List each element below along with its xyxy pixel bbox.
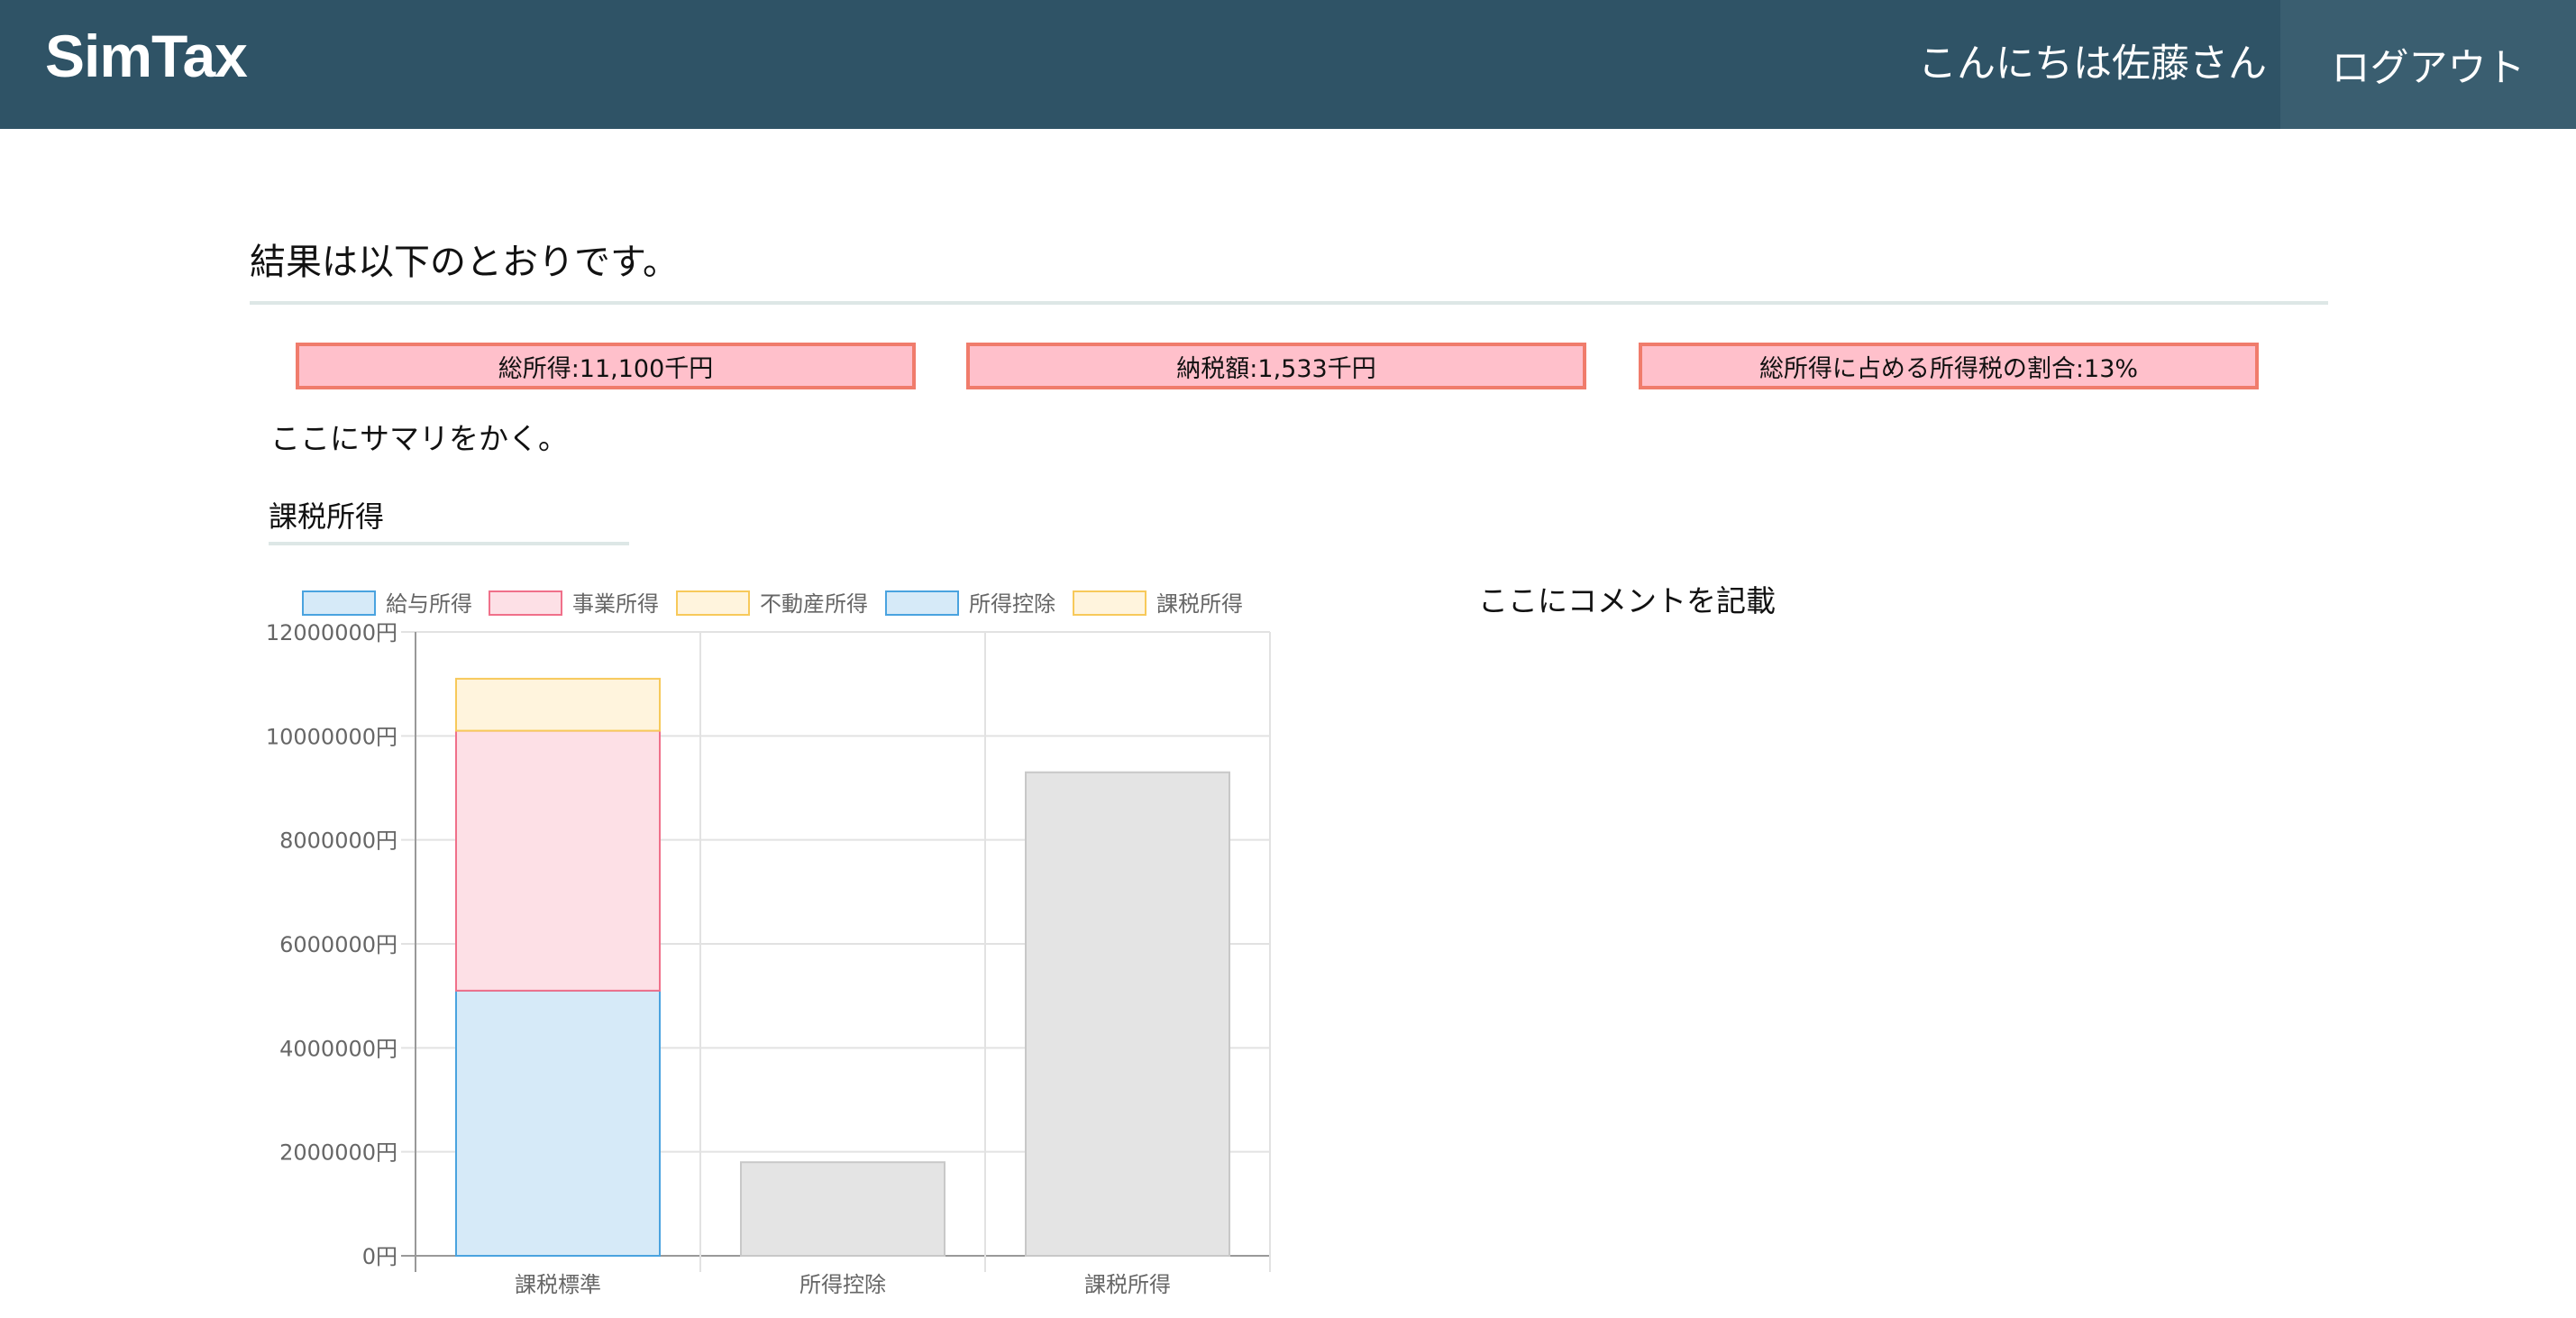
app-logo[interactable]: SimTax bbox=[45, 22, 248, 90]
heading-divider bbox=[250, 301, 2328, 305]
legend-label[interactable]: 給与所得 bbox=[386, 591, 472, 617]
x-tick-label: 課税所得 bbox=[1084, 1272, 1171, 1297]
x-tick-label: 課税標準 bbox=[515, 1272, 601, 1297]
legend-swatch[interactable] bbox=[1073, 590, 1146, 616]
tax-ratio-badge: 総所得に占める所得税の割合:13% bbox=[1639, 343, 2259, 389]
legend-label[interactable]: 課税所得 bbox=[1156, 591, 1243, 617]
user-greeting: こんにちは佐藤さん bbox=[1918, 41, 2267, 87]
bar bbox=[455, 729, 661, 992]
top-navbar: SimTax こんにちは佐藤さん ログアウト bbox=[0, 0, 2576, 129]
section-divider bbox=[269, 542, 629, 545]
page-title: 結果は以下のとおりです。 bbox=[250, 242, 679, 283]
comment-text: ここにコメントを記載 bbox=[1478, 583, 1776, 618]
total-income-badge: 総所得:11,100千円 bbox=[296, 343, 916, 389]
y-tick-label: 4000000円 bbox=[279, 1036, 397, 1061]
legend-label[interactable]: 事業所得 bbox=[572, 591, 659, 617]
bar bbox=[455, 989, 661, 1258]
x-tick-label: 所得控除 bbox=[799, 1272, 886, 1297]
y-tick-label: 10000000円 bbox=[266, 724, 397, 749]
logout-button[interactable]: ログアウト bbox=[2280, 0, 2576, 129]
legend-label[interactable]: 不動産所得 bbox=[760, 591, 868, 617]
y-tick-label: 6000000円 bbox=[279, 932, 397, 957]
y-tick-label: 12000000円 bbox=[266, 620, 397, 645]
bar bbox=[740, 1161, 945, 1257]
summary-text: ここにサマリをかく。 bbox=[270, 421, 568, 456]
legend-swatch[interactable] bbox=[676, 590, 750, 616]
legend-swatch[interactable] bbox=[489, 590, 562, 616]
bar bbox=[455, 677, 661, 732]
y-tick-label: 8000000円 bbox=[279, 828, 397, 854]
y-tick-label: 0円 bbox=[362, 1244, 397, 1269]
y-tick-label: 2000000円 bbox=[279, 1140, 397, 1166]
legend-swatch[interactable] bbox=[302, 590, 376, 616]
legend-swatch[interactable] bbox=[885, 590, 959, 616]
taxable-income-chart: 0円 2000000円 4000000円 6000000円 8000000円 100000… bbox=[266, 590, 1271, 1297]
section-title: 課税所得 bbox=[269, 499, 385, 534]
bar bbox=[1025, 771, 1230, 1257]
legend-label[interactable]: 所得控除 bbox=[969, 591, 1055, 617]
tax-amount-badge: 納税額:1,533千円 bbox=[966, 343, 1586, 389]
